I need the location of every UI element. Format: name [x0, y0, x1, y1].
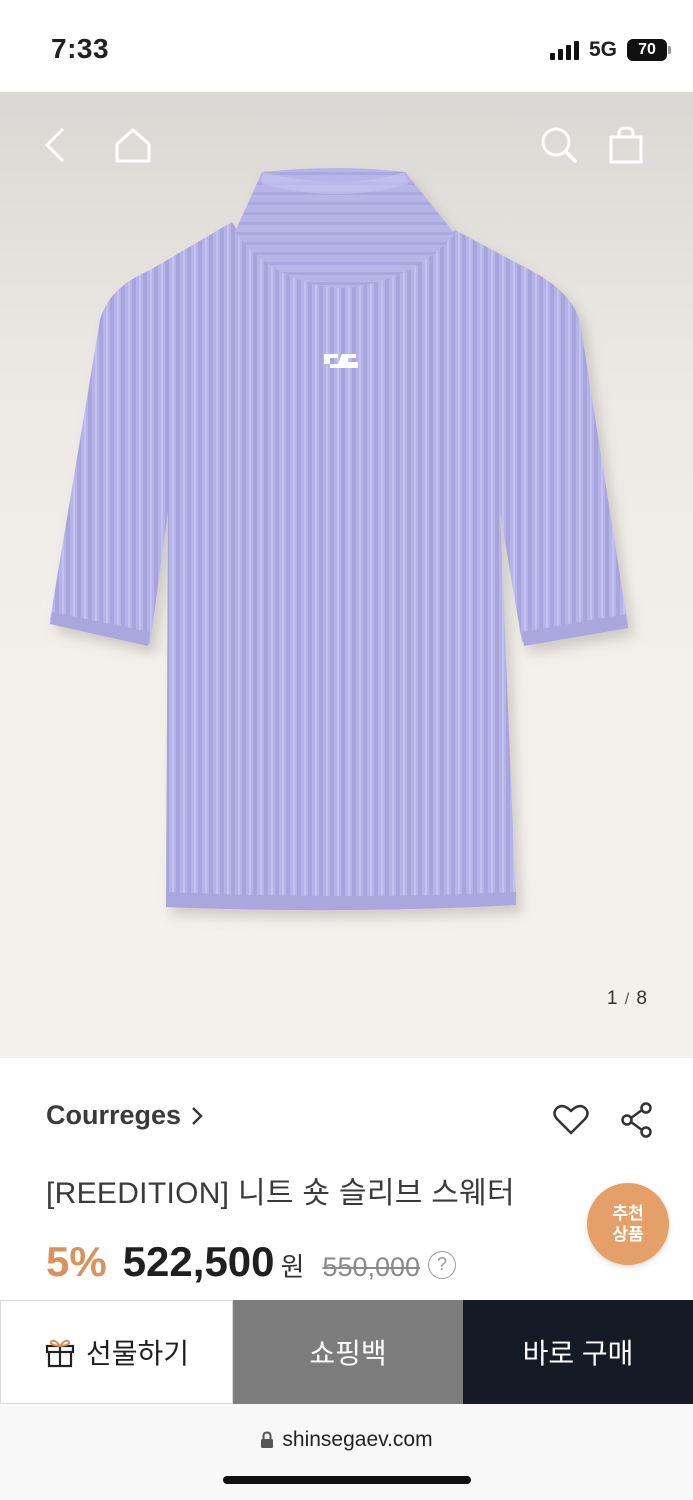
- recommended-products-button[interactable]: 추천 상품: [587, 1183, 669, 1265]
- signal-icon: [549, 40, 579, 60]
- hero-navigation: [0, 120, 693, 170]
- battery-icon: 70: [627, 39, 671, 61]
- status-indicators: 5G 70: [549, 38, 671, 62]
- browser-url-bar[interactable]: shinsegaev.com: [0, 1404, 693, 1500]
- cart-label: 쇼핑백: [309, 1338, 387, 1369]
- back-button[interactable]: [30, 120, 80, 170]
- currency-unit: 원: [280, 1252, 305, 1282]
- home-icon: [115, 128, 151, 163]
- buy-now-label: 바로 구매: [522, 1338, 634, 1369]
- shopping-bag-button[interactable]: [601, 120, 651, 170]
- image-pager: 1 / 8: [607, 988, 648, 1010]
- share-icon: [621, 1102, 652, 1138]
- pager-separator: /: [624, 991, 631, 1008]
- url-text: shinsegaev.com: [282, 1428, 433, 1451]
- search-icon: [541, 127, 577, 163]
- url-display[interactable]: shinsegaev.com: [0, 1428, 693, 1452]
- pager-current: 1: [606, 988, 619, 1009]
- brand-name: Courreges: [46, 1100, 182, 1130]
- search-button[interactable]: [534, 120, 584, 170]
- status-time: 7:33: [51, 33, 110, 64]
- chevron-right-icon: [192, 1106, 203, 1125]
- discount-rate: 5%: [46, 1238, 107, 1285]
- share-button[interactable]: [615, 1098, 659, 1142]
- add-to-cart-button[interactable]: 쇼핑백: [233, 1300, 463, 1404]
- pager-total: 8: [636, 988, 648, 1009]
- gift-label: 선물하기: [85, 1338, 190, 1369]
- product-image-carousel[interactable]: 1 / 8: [0, 92, 693, 1058]
- product-title: [REEDITION] 니트 숏 슬리브 스웨터: [46, 1177, 515, 1210]
- gift-button[interactable]: 선물하기: [0, 1300, 233, 1404]
- buy-now-button[interactable]: 바로 구매: [463, 1300, 693, 1404]
- lock-icon: [261, 1431, 274, 1448]
- badge-line-2: 상품: [612, 1225, 644, 1244]
- purchase-action-bar: 선물하기 쇼핑백 바로 구매: [0, 1300, 693, 1404]
- brand-link[interactable]: Courreges: [46, 1100, 203, 1131]
- network-type: 5G: [588, 38, 617, 61]
- shopping-bag-icon: [609, 126, 643, 164]
- home-button[interactable]: [108, 120, 158, 170]
- status-bar: 7:33 5G 70: [0, 0, 693, 92]
- sale-price: 522,500: [122, 1238, 275, 1285]
- home-indicator[interactable]: [223, 1476, 471, 1484]
- original-price: 550,000: [322, 1252, 421, 1282]
- battery-level: 70: [638, 41, 656, 58]
- gift-icon: [45, 1339, 75, 1368]
- wishlist-button[interactable]: [549, 1098, 593, 1142]
- sweater-photo: [50, 168, 628, 911]
- heart-icon: [553, 1104, 589, 1135]
- chevron-left-icon: [44, 127, 65, 163]
- price-row: 5% 522,500 원 550,000 ?: [46, 1238, 457, 1286]
- price-help-icon[interactable]: ?: [428, 1250, 457, 1279]
- badge-line-1: 추천: [612, 1204, 644, 1223]
